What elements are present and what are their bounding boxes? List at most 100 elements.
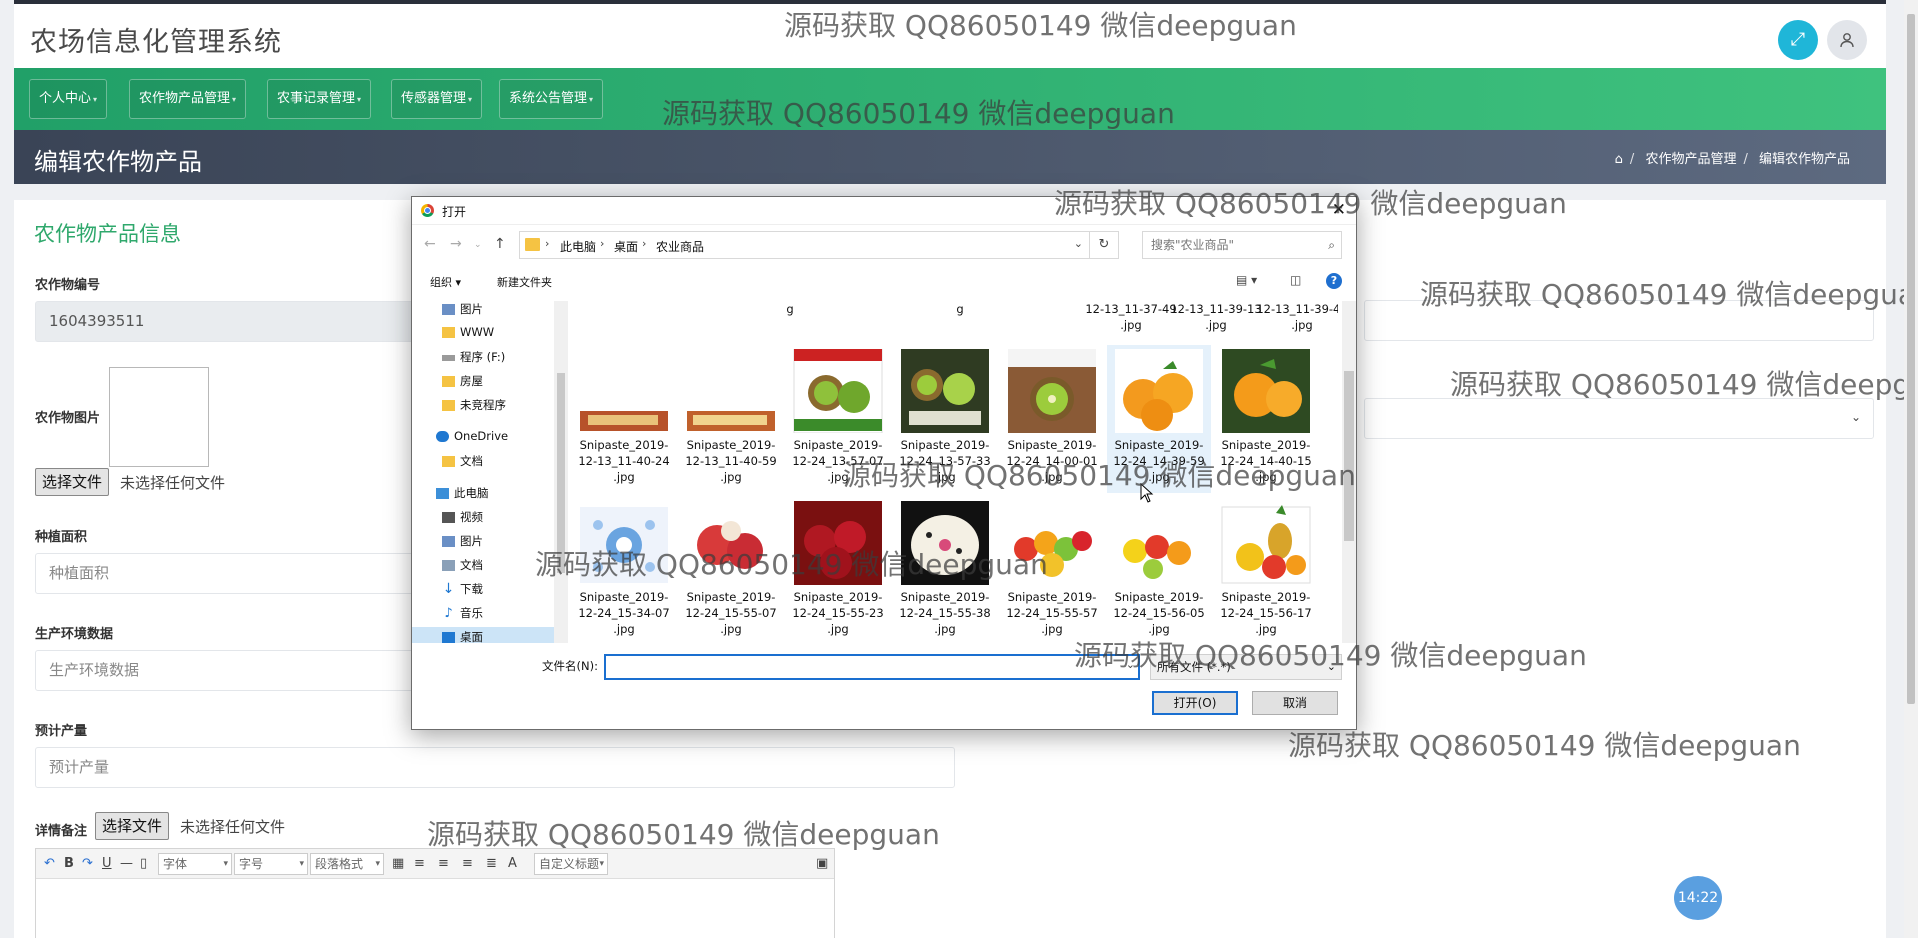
yield-input[interactable]: 预计产量 bbox=[35, 747, 955, 788]
choose-detail-file-button[interactable]: 选择文件 bbox=[95, 812, 170, 840]
file-item[interactable]: g bbox=[738, 301, 842, 317]
file-item-hovered[interactable]: Snipaste_2019- 12-24_14-39-59 .jpg bbox=[1107, 345, 1211, 493]
file-item[interactable]: Snipaste_2019- 12-24_15-56-05 .jpg bbox=[1107, 501, 1211, 637]
underline-icon[interactable]: U bbox=[102, 856, 112, 871]
filename-input[interactable]: ⌄ bbox=[604, 654, 1140, 680]
file-name: Snipaste_2019- 12-24_14-39-59 .jpg bbox=[1113, 438, 1205, 484]
redo-icon[interactable]: ↷ bbox=[82, 856, 93, 871]
nav-item-farm-records[interactable]: 农事记录管理 ▾ bbox=[267, 79, 372, 119]
cancel-button[interactable]: 取消 bbox=[1252, 691, 1338, 715]
file-item[interactable]: Snipaste_2019- 12-24_15-55-38 .jpg bbox=[893, 501, 997, 637]
file-item[interactable]: Snipaste_2019- 12-13_11-40-24 .jpg bbox=[572, 349, 676, 485]
align-center-icon[interactable]: ≡ bbox=[462, 856, 473, 871]
align-left-icon[interactable]: ≡ bbox=[414, 856, 425, 871]
tree-item-pictures[interactable]: 图片 bbox=[442, 301, 483, 317]
tree-item-desktop[interactable]: 桌面 bbox=[412, 627, 554, 643]
font-color-icon[interactable]: A bbox=[508, 856, 517, 871]
search-input[interactable]: 搜索"农业商品" ⌕ bbox=[1142, 231, 1342, 259]
file-item[interactable]: Snipaste_2019- 12-24_15-34-07 .jpg bbox=[572, 501, 676, 637]
organize-button[interactable]: 组织 ▾ bbox=[430, 274, 461, 290]
tree-item-documents-2[interactable]: 文档 bbox=[442, 557, 483, 573]
tree-item-label: 下载 bbox=[460, 582, 483, 596]
justify-icon[interactable]: ≣ bbox=[486, 856, 497, 871]
page-scrollbar[interactable] bbox=[1904, 0, 1918, 938]
up-arrow-icon[interactable]: ↑ bbox=[494, 236, 506, 252]
forward-arrow-icon[interactable]: → bbox=[450, 236, 462, 252]
tree-item-label: 音乐 bbox=[460, 606, 483, 620]
file-item[interactable]: Snipaste_2019- 12-24_13-57-33 .jpg bbox=[893, 349, 997, 485]
nav-item-announcements[interactable]: 系统公告管理 ▾ bbox=[499, 79, 604, 119]
undo-icon[interactable]: ↶ bbox=[44, 856, 55, 871]
align-right-icon[interactable]: ≡ bbox=[438, 856, 449, 871]
choose-image-button[interactable]: 选择文件 bbox=[35, 468, 110, 496]
clock-badge[interactable]: 14:22 bbox=[1674, 876, 1722, 920]
tree-item-unfinished[interactable]: 未竞程序 bbox=[442, 397, 506, 413]
close-icon[interactable]: ✕ bbox=[1332, 200, 1346, 220]
env-label: 生产环境数据 bbox=[35, 627, 114, 642]
preview-pane-icon[interactable]: ◫ bbox=[1290, 273, 1301, 287]
tree-item-videos[interactable]: 视频 bbox=[442, 509, 483, 525]
tree-item-pictures-2[interactable]: 图片 bbox=[442, 533, 483, 549]
custom-title-select[interactable]: 自定义标题 ▾ bbox=[534, 853, 608, 875]
font-select[interactable]: 字体 ▾ bbox=[158, 853, 232, 875]
nav-pane-scrollbar[interactable] bbox=[554, 301, 568, 643]
file-item[interactable]: Snipaste_2019- 12-24_15-56-17 .jpg bbox=[1214, 501, 1318, 637]
file-item[interactable]: Snipaste_2019- 12-13_11-40-59 .jpg bbox=[679, 349, 783, 485]
page-icon[interactable]: ▯ bbox=[140, 856, 147, 871]
open-button[interactable]: 打开(O) bbox=[1152, 691, 1238, 715]
filename-label: 文件名(N): bbox=[542, 659, 598, 673]
path-segment[interactable]: 此电脑 bbox=[560, 238, 596, 255]
chevron-down-icon[interactable]: ⌄ bbox=[1074, 237, 1083, 250]
view-mode-icon[interactable]: ▤ ▾ bbox=[1236, 273, 1257, 287]
path-segment[interactable]: 农业商品 bbox=[656, 238, 704, 255]
file-item[interactable]: Snipaste_2019- 12-24_14-40-15 .jpg bbox=[1214, 349, 1318, 485]
file-list-scrollbar[interactable] bbox=[1342, 301, 1356, 643]
back-arrow-icon[interactable]: ← bbox=[424, 236, 436, 252]
fullscreen-icon[interactable]: ⤢ bbox=[1778, 20, 1818, 60]
horizontal-rule-icon[interactable]: — bbox=[120, 856, 133, 871]
file-name: Snipaste_2019- 12-24_15-55-07 .jpg bbox=[685, 590, 777, 636]
size-select[interactable]: 字号 ▾ bbox=[234, 853, 308, 875]
right-select[interactable]: ⌄ bbox=[1364, 398, 1874, 439]
crop-image-label: 农作物图片 bbox=[35, 411, 101, 426]
breadcrumb-item[interactable]: 农作物产品管理 bbox=[1645, 152, 1736, 167]
user-icon[interactable] bbox=[1827, 20, 1867, 60]
home-icon[interactable]: ⌂ bbox=[1615, 152, 1623, 167]
nav-item-crop-products[interactable]: 农作物产品管理 ▾ bbox=[129, 79, 247, 119]
scrollbar-thumb[interactable] bbox=[557, 373, 565, 573]
file-name: Snipaste_2019- 12-24_14-40-15 .jpg bbox=[1220, 438, 1312, 484]
table-icon[interactable]: ▦ bbox=[392, 856, 404, 871]
file-item[interactable]: 12-13_11-39-43 .jpg bbox=[1250, 301, 1338, 333]
file-item[interactable]: Snipaste_2019- 12-24_13-57-07 .jpg bbox=[786, 349, 890, 485]
filetype-select[interactable]: 所有文件 (*.*) ⌄ bbox=[1150, 654, 1342, 680]
tree-item-drive-f[interactable]: 程序 (F:) bbox=[442, 349, 505, 365]
refresh-icon[interactable]: ↻ bbox=[1090, 231, 1119, 259]
fullscreen-editor-icon[interactable]: ▣ bbox=[816, 856, 828, 871]
tree-item-label: 图片 bbox=[460, 534, 483, 548]
right-input[interactable] bbox=[1364, 300, 1874, 341]
tree-item-onedrive[interactable]: OneDrive bbox=[436, 429, 508, 443]
file-item[interactable]: Snipaste_2019- 12-24_14-00-01 .jpg bbox=[1000, 349, 1104, 485]
help-icon[interactable]: ? bbox=[1326, 273, 1342, 289]
file-item[interactable]: g bbox=[908, 301, 1012, 317]
nav-item-sensors[interactable]: 传感器管理 ▾ bbox=[391, 79, 483, 119]
tree-item-house[interactable]: 房屋 bbox=[442, 373, 483, 389]
tree-item-music[interactable]: ♪ 音乐 bbox=[442, 605, 483, 621]
file-item[interactable]: Snipaste_2019- 12-24_15-55-23 .jpg bbox=[786, 501, 890, 637]
tree-item-www[interactable]: WWW bbox=[442, 325, 494, 339]
paragraph-select[interactable]: 段落格式 ▾ bbox=[310, 853, 384, 875]
chevron-down-icon[interactable]: ⌄ bbox=[1126, 658, 1135, 671]
tree-item-this-pc[interactable]: 此电脑 bbox=[436, 485, 489, 501]
scrollbar-thumb[interactable] bbox=[1344, 371, 1354, 541]
nav-item-personal-center[interactable]: 个人中心 ▾ bbox=[29, 79, 108, 119]
tree-item-downloads[interactable]: ↓ 下载 bbox=[442, 581, 483, 597]
tree-item-documents[interactable]: 文档 bbox=[442, 453, 483, 469]
recent-dropdown-icon[interactable]: ⌄ bbox=[474, 240, 482, 250]
path-segment[interactable]: 桌面 bbox=[614, 238, 638, 255]
file-item[interactable]: Snipaste_2019- 12-24_15-55-57 .jpg bbox=[1000, 501, 1104, 637]
new-folder-button[interactable]: 新建文件夹 bbox=[497, 274, 552, 290]
bold-icon[interactable]: B bbox=[64, 856, 74, 871]
address-bar[interactable]: › 此电脑 › 桌面 › 农业商品 ⌄ bbox=[519, 231, 1090, 259]
file-item[interactable]: Snipaste_2019- 12-24_15-55-07 .jpg bbox=[679, 501, 783, 637]
scrollbar-thumb[interactable] bbox=[1907, 14, 1915, 704]
